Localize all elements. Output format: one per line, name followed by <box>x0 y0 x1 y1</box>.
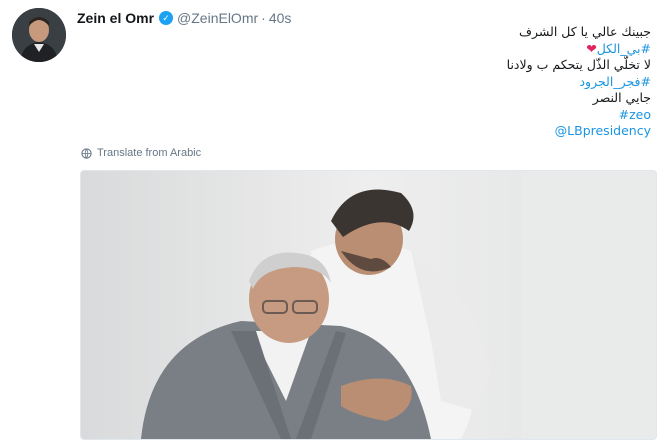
globe-icon <box>81 147 92 159</box>
author-avatar[interactable] <box>12 8 66 62</box>
photo-image <box>81 171 656 439</box>
author-name[interactable]: Zein el Omr <box>77 10 154 26</box>
tweet-line-text: لا تخلّي الذّل يتحكم ب ولادنا <box>506 57 651 72</box>
mention-line: @LBpresidency <box>231 123 651 140</box>
tweet-media-photo[interactable] <box>80 170 657 440</box>
hashtag-link[interactable]: #zeo <box>619 107 651 122</box>
tweet-line-text: جبينك عالي يا كل الشرف <box>519 24 651 39</box>
mention-link[interactable]: @LBpresidency <box>555 123 651 138</box>
hashtag-line: #بي_الكل❤ <box>231 41 651 58</box>
tweet-line-text: جايي النصر <box>592 90 651 105</box>
translate-link[interactable]: Translate from Arabic <box>81 147 201 159</box>
tweet-text: جبينك عالي يا كل الشرف #بي_الكل❤ لا تخلّ… <box>231 24 651 140</box>
hashtag-line: #فجر_الجرود <box>231 74 651 91</box>
tweet-line: جبينك عالي يا كل الشرف <box>231 24 651 41</box>
hashtag-line: #zeo <box>231 107 651 124</box>
tweet-line: جايي النصر <box>231 90 651 107</box>
verified-badge-icon: ✓ <box>159 11 174 25</box>
heart-emoji-icon: ❤ <box>586 40 597 56</box>
avatar-image <box>12 8 66 62</box>
hashtag-link[interactable]: #فجر_الجرود <box>579 74 651 89</box>
translate-label: Translate from Arabic <box>97 147 202 159</box>
hashtag-link[interactable]: #بي_الكل <box>597 41 651 56</box>
tweet-line: لا تخلّي الذّل يتحكم ب ولادنا <box>231 57 651 74</box>
